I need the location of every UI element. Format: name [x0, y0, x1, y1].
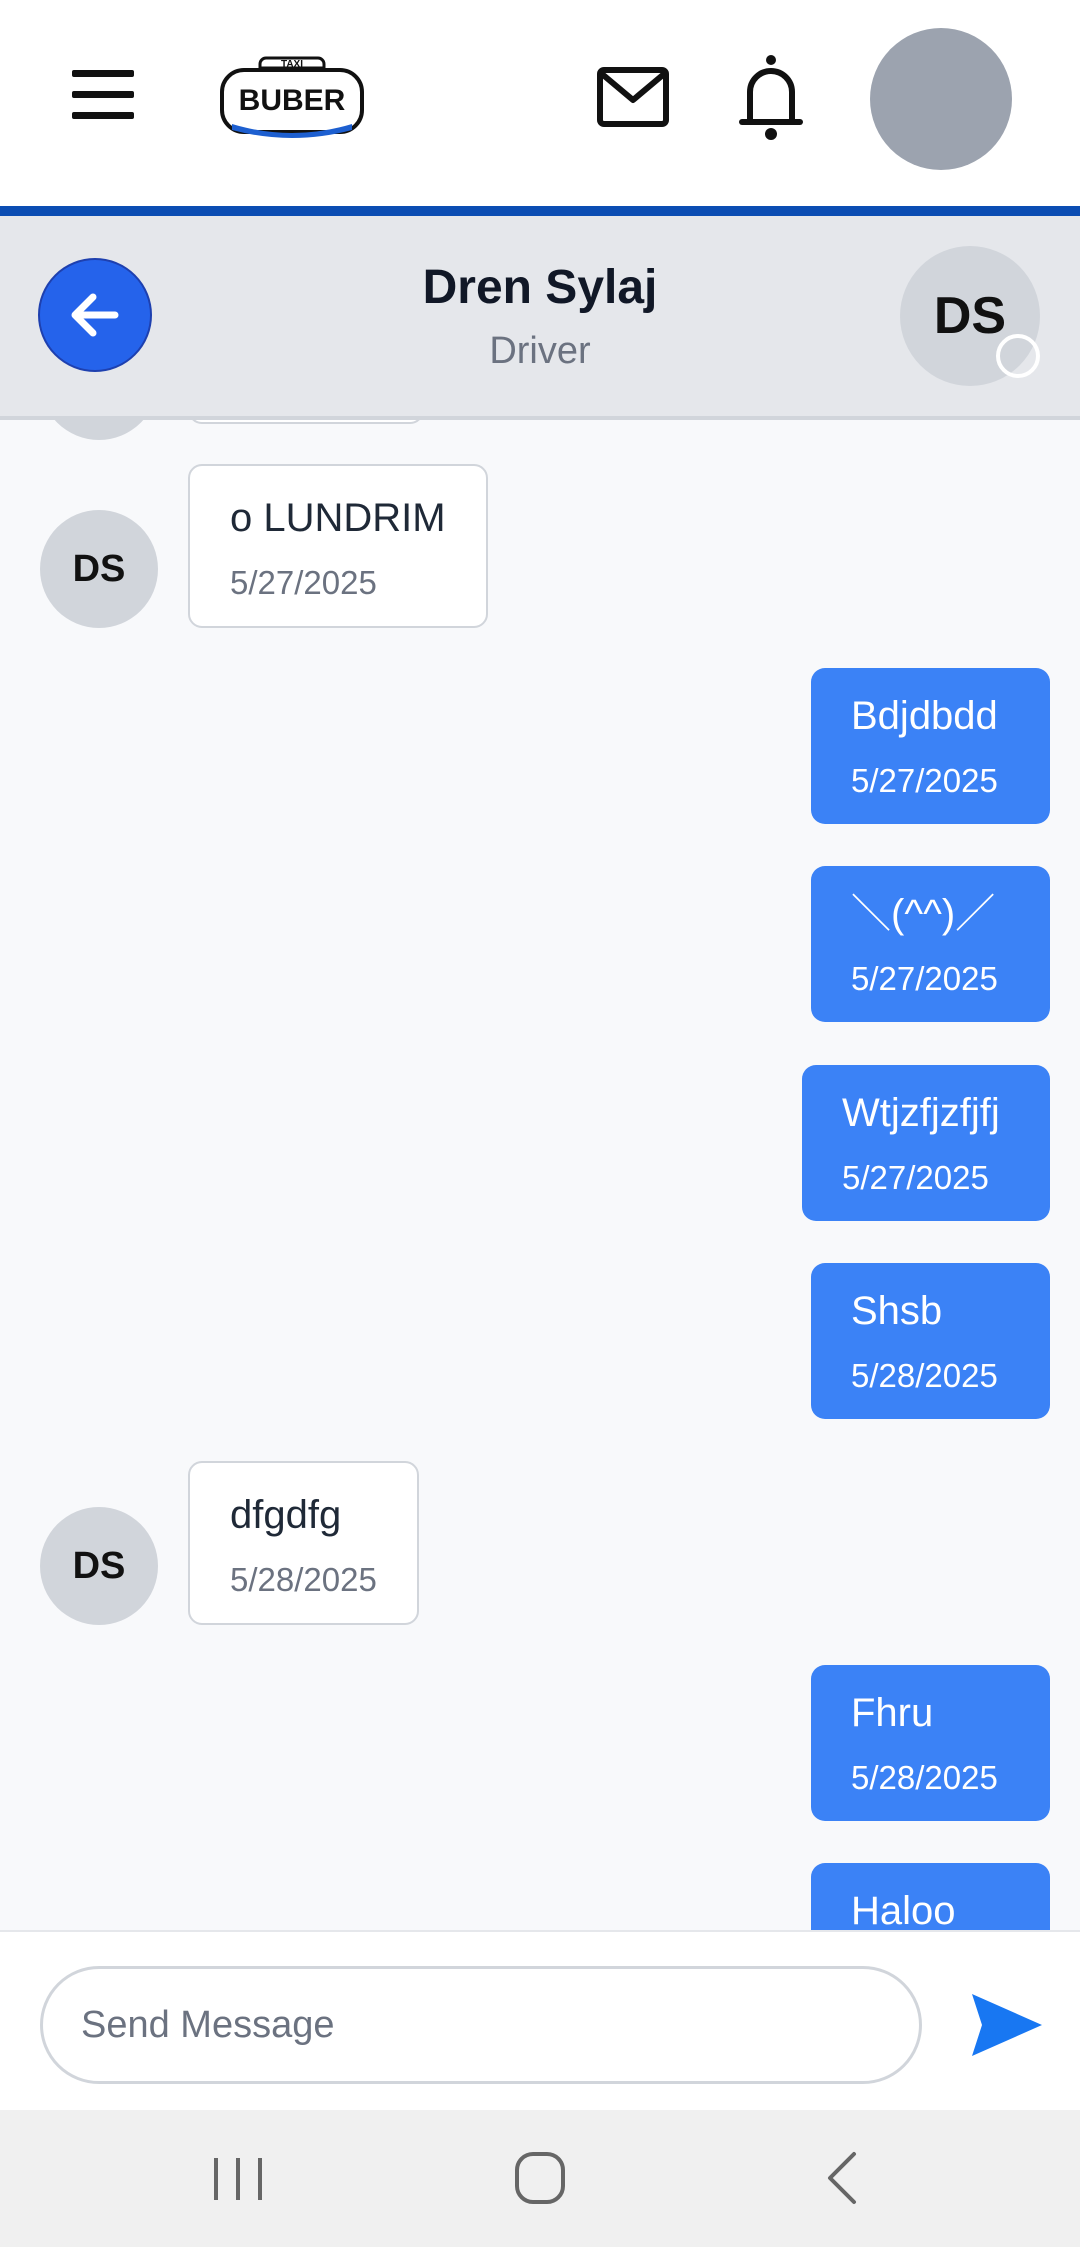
- message-timestamp: 5/27/2025: [230, 564, 377, 601]
- message-timestamp: 5/27/2025: [851, 960, 998, 997]
- message-timestamp: 5/28/2025: [230, 1561, 377, 1598]
- incoming-message[interactable]: o LUNDRIM 5/27/2025: [188, 464, 488, 628]
- home-icon[interactable]: [514, 2150, 566, 2206]
- buber-logo[interactable]: TAXI BUBER: [218, 50, 366, 146]
- outgoing-message[interactable]: Fhru 5/28/2025: [811, 1665, 1050, 1821]
- message-timestamp: 5/27/2025: [842, 1159, 989, 1196]
- message-timestamp: 5/27/2025: [851, 762, 998, 799]
- sender-avatar: DS: [40, 510, 158, 628]
- chat-header: Dren Sylaj Driver DS: [0, 216, 1080, 420]
- message-text: Fhru: [851, 1691, 934, 1735]
- accent-divider: [0, 206, 1080, 216]
- outgoing-message[interactable]: Wtjzfjzfjfj 5/27/2025: [802, 1065, 1050, 1221]
- message-composer: [0, 1930, 1080, 2110]
- online-status-indicator: [996, 334, 1040, 378]
- message-bubble-partial: [188, 420, 424, 424]
- message-timestamp: 5/28/2025: [851, 1759, 998, 1796]
- send-icon[interactable]: [968, 1990, 1044, 2060]
- back-nav-icon[interactable]: [820, 2150, 864, 2206]
- mail-icon[interactable]: [596, 64, 670, 130]
- system-nav-bar: [0, 2110, 1080, 2247]
- outgoing-message[interactable]: Shsb 5/28/2025: [811, 1263, 1050, 1419]
- recent-apps-icon[interactable]: [208, 2154, 268, 2204]
- incoming-message[interactable]: dfgdfg 5/28/2025: [188, 1461, 419, 1625]
- message-text: ＼(^^)／: [851, 892, 996, 936]
- message-text: Shsb: [851, 1289, 943, 1333]
- outgoing-message[interactable]: Haloo: [811, 1863, 1050, 1930]
- message-text: Haloo: [851, 1889, 956, 1930]
- message-text: o LUNDRIM: [230, 496, 446, 540]
- hamburger-icon[interactable]: [72, 70, 142, 126]
- message-input[interactable]: [40, 1966, 922, 2084]
- message-timestamp: 5/28/2025: [851, 1357, 998, 1394]
- message-text: dfgdfg: [230, 1493, 342, 1537]
- avatar: [40, 420, 158, 440]
- sender-avatar: DS: [40, 1507, 158, 1625]
- outgoing-message[interactable]: Bdjdbdd 5/27/2025: [811, 668, 1050, 824]
- message-list[interactable]: DS o LUNDRIM 5/27/2025 Bdjdbdd 5/27/2025…: [0, 420, 1080, 1930]
- profile-avatar[interactable]: [870, 28, 1012, 170]
- bell-icon[interactable]: [738, 54, 804, 142]
- message-text: Bdjdbdd: [851, 694, 998, 738]
- logo-text: BUBER: [239, 84, 346, 117]
- outgoing-message[interactable]: ＼(^^)／ 5/27/2025: [811, 866, 1050, 1022]
- top-app-bar: TAXI BUBER: [0, 0, 1080, 206]
- message-text: Wtjzfjzfjfj: [842, 1091, 1000, 1135]
